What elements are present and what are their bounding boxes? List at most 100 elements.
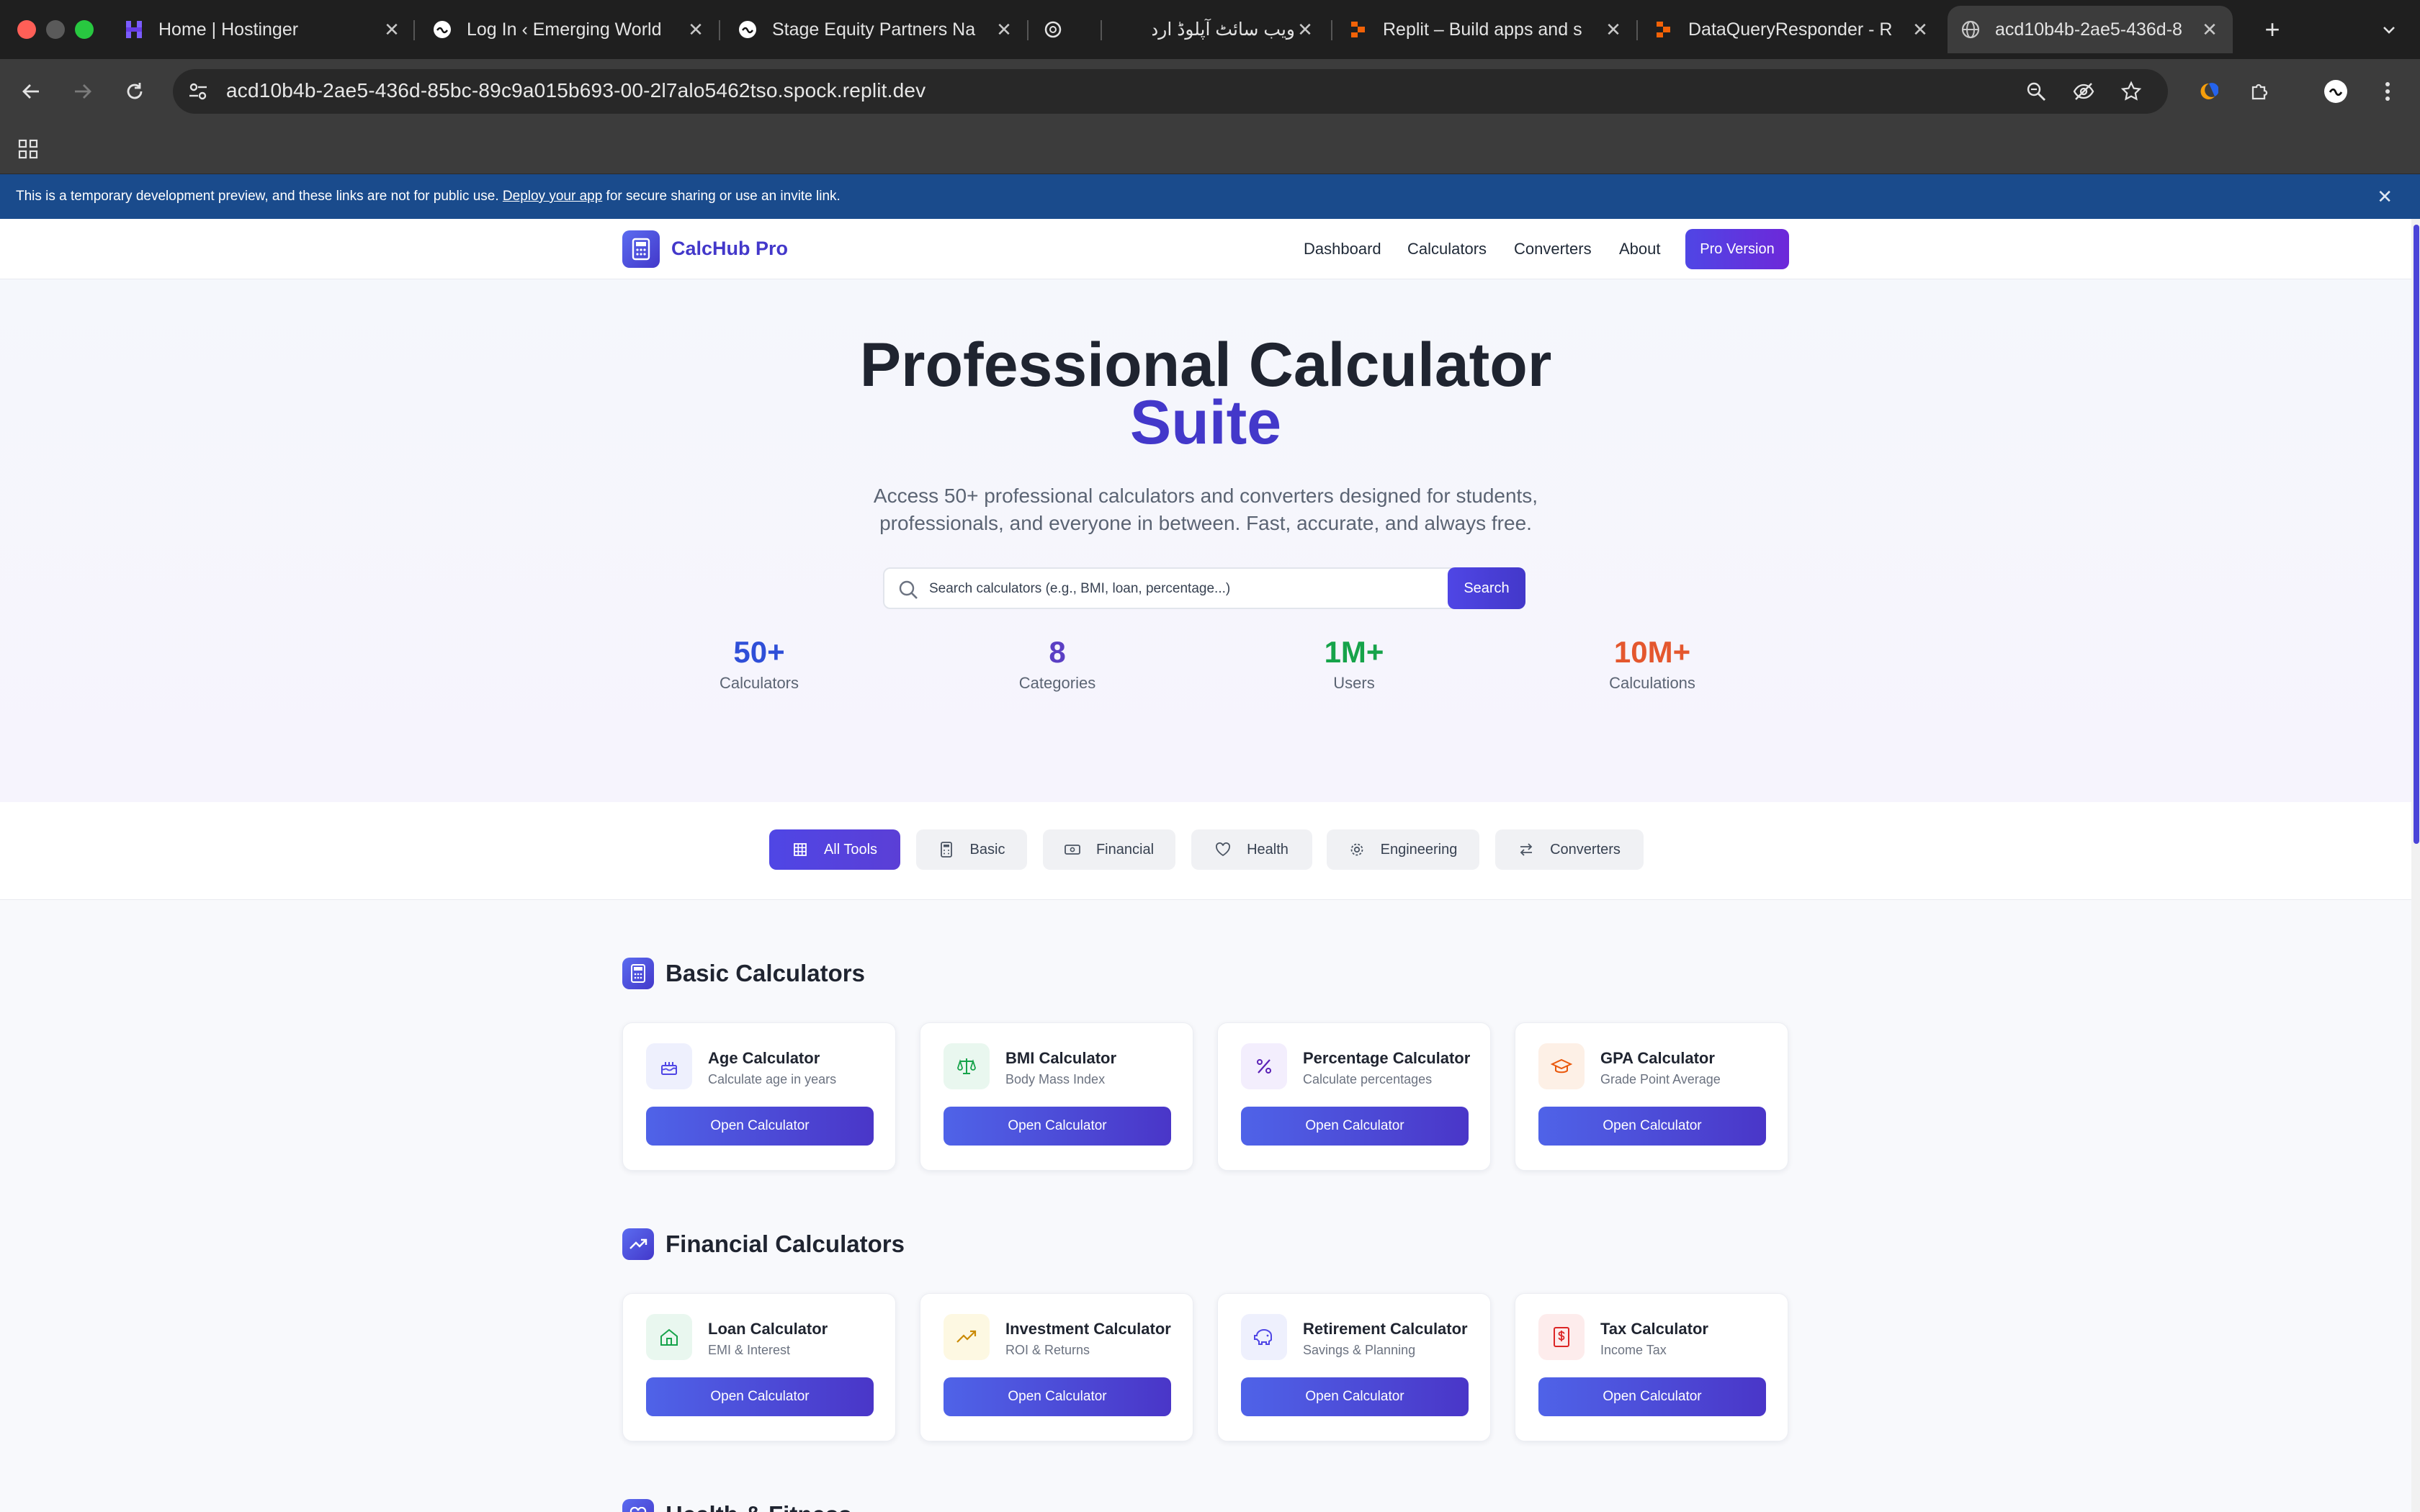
scrollbar-thumb[interactable]: [2414, 225, 2419, 844]
close-tab-icon[interactable]: ✕: [382, 19, 402, 41]
zoom-icon[interactable]: [2024, 79, 2048, 104]
stat-value: 1M+: [1324, 635, 1384, 669]
site-settings-icon[interactable]: [186, 79, 210, 104]
card-title: Tax Calculator: [1600, 1320, 1708, 1338]
reload-button[interactable]: [118, 75, 151, 108]
stat-calculations: 10M+ Calculations: [1544, 635, 1760, 693]
card-subtitle: Savings & Planning: [1303, 1343, 1416, 1357]
bookmarks-bar: [0, 124, 2420, 174]
grid-icon: [792, 842, 808, 858]
extensions-puzzle-icon[interactable]: [2243, 75, 2276, 108]
nav-calculators[interactable]: Calculators: [1407, 240, 1487, 258]
open-calculator-button[interactable]: Open Calculator: [646, 1377, 874, 1416]
card-subtitle: Income Tax: [1600, 1343, 1667, 1357]
close-icon[interactable]: ✕: [2377, 186, 2393, 208]
open-calculator-button[interactable]: Open Calculator: [1538, 1377, 1766, 1416]
menu-kebab-icon[interactable]: [2371, 75, 2404, 108]
filter-label: Financial: [1095, 841, 1155, 858]
minimize-window-button[interactable]: [46, 20, 65, 39]
banner-text: This is a temporary development preview,…: [16, 189, 503, 204]
close-tab-icon[interactable]: ✕: [1295, 19, 1315, 41]
close-tab-icon[interactable]: ✕: [1603, 19, 1623, 41]
category-filter-bar: All Tools Basic Financial Health Enginee…: [0, 802, 2411, 900]
tab-separator: [1027, 20, 1028, 40]
open-calculator-button[interactable]: Open Calculator: [944, 1377, 1171, 1416]
filter-all-tools[interactable]: All Tools: [769, 829, 900, 870]
close-tab-icon[interactable]: ✕: [994, 19, 1014, 41]
calculator-card: Age Calculator Calculate age in years Op…: [622, 1022, 896, 1171]
deploy-app-link[interactable]: Deploy your app: [503, 189, 602, 204]
tab-separator: [413, 20, 415, 40]
browser-tab[interactable]: [1043, 6, 1086, 53]
stat-calculators: 50+ Calculators: [651, 635, 867, 693]
globe-icon: [1960, 19, 1981, 40]
hero-title-accent: Suite: [1129, 388, 1282, 457]
filter-health[interactable]: Health: [1191, 829, 1312, 870]
browser-tab[interactable]: Home | Hostinger ✕: [124, 6, 402, 53]
card-title: Loan Calculator: [708, 1320, 828, 1338]
close-window-button[interactable]: [17, 20, 36, 39]
open-calculator-button[interactable]: Open Calculator: [1241, 1377, 1469, 1416]
reload-icon: [127, 83, 143, 99]
nav-dashboard[interactable]: Dashboard: [1304, 240, 1381, 258]
calculator-card: Investment Calculator ROI & Returns Open…: [920, 1293, 1193, 1441]
nav-about[interactable]: About: [1619, 240, 1661, 258]
filter-label: Engineering: [1380, 841, 1458, 858]
profile-avatar[interactable]: [2319, 75, 2352, 108]
open-calculator-button[interactable]: Open Calculator: [944, 1107, 1171, 1146]
filter-financial[interactable]: Financial: [1043, 829, 1175, 870]
filter-basic[interactable]: Basic: [916, 829, 1027, 870]
calculator-logo-icon[interactable]: [622, 230, 660, 268]
url-text[interactable]: acd10b4b-2ae5-436d-85bc-89c9a015b693-00-…: [226, 79, 926, 102]
card-subtitle: Body Mass Index: [1005, 1072, 1106, 1086]
maximize-window-button[interactable]: [75, 20, 94, 39]
filter-label: All Tools: [823, 841, 878, 858]
search-bar: Search: [883, 567, 1525, 609]
eye-off-icon[interactable]: [2071, 79, 2096, 104]
forward-button[interactable]: [66, 75, 99, 108]
heart-icon: [622, 1499, 654, 1512]
calculator-icon: [938, 842, 954, 858]
browser-tab[interactable]: Stage Equity Partners Na ✕: [738, 6, 1014, 53]
search-input[interactable]: [929, 576, 1448, 602]
new-tab-button[interactable]: +: [2256, 13, 2289, 46]
filter-converters[interactable]: Converters: [1495, 829, 1644, 870]
cake-icon: [646, 1043, 692, 1089]
filter-label: Health: [1247, 841, 1289, 858]
tab-title: Home | Hostinger: [158, 19, 299, 40]
banner-message: This is a temporary development preview,…: [16, 189, 841, 204]
filter-label: Converters: [1550, 841, 1621, 858]
site-header: CalcHub Pro Dashboard Calculators Conver…: [0, 219, 2411, 279]
filter-label: Basic: [969, 841, 1005, 858]
card-subtitle: EMI & Interest: [708, 1343, 791, 1357]
search-button[interactable]: Search: [1448, 567, 1525, 609]
brand-name[interactable]: CalcHub Pro: [671, 238, 788, 260]
open-calculator-button[interactable]: Open Calculator: [646, 1107, 874, 1146]
browser-tab[interactable]: Replit – Build apps and s ✕: [1348, 6, 1623, 53]
bookmark-star-icon[interactable]: [2119, 79, 2143, 104]
trending-up-icon: [944, 1314, 990, 1360]
extension-icon[interactable]: [2191, 75, 2224, 108]
back-button[interactable]: [14, 75, 48, 108]
card-title: Percentage Calculator: [1303, 1049, 1471, 1067]
close-tab-icon[interactable]: ✕: [2200, 19, 2220, 41]
calculator-card: Tax Calculator Income Tax Open Calculato…: [1515, 1293, 1788, 1441]
pro-version-button[interactable]: Pro Version: [1685, 229, 1789, 269]
close-tab-icon[interactable]: ✕: [686, 19, 706, 41]
open-calculator-button[interactable]: Open Calculator: [1241, 1107, 1469, 1146]
browser-tab-active[interactable]: acd10b4b-2ae5-436d-8 ✕: [1948, 6, 2233, 53]
apps-grid-icon[interactable]: [12, 132, 45, 166]
close-tab-icon[interactable]: ✕: [1910, 19, 1930, 41]
card-title: GPA Calculator: [1600, 1049, 1715, 1067]
web-icon: [432, 19, 452, 40]
browser-tab[interactable]: DataQueryResponder - R ✕: [1654, 6, 1930, 53]
tab-search-chevron-icon[interactable]: [2372, 13, 2406, 46]
open-calculator-button[interactable]: Open Calculator: [1538, 1107, 1766, 1146]
browser-tab[interactable]: Log In ‹ Emerging World ✕: [432, 6, 706, 53]
percent-icon: [1241, 1043, 1287, 1089]
browser-tab[interactable]: ویب سائٹ آپلوڈ اردو ✕: [1152, 6, 1315, 53]
address-bar[interactable]: acd10b4b-2ae5-436d-85bc-89c9a015b693-00-…: [173, 69, 2168, 114]
dev-preview-banner: This is a temporary development preview,…: [0, 174, 2420, 219]
nav-converters[interactable]: Converters: [1514, 240, 1592, 258]
filter-engineering[interactable]: Engineering: [1327, 829, 1479, 870]
